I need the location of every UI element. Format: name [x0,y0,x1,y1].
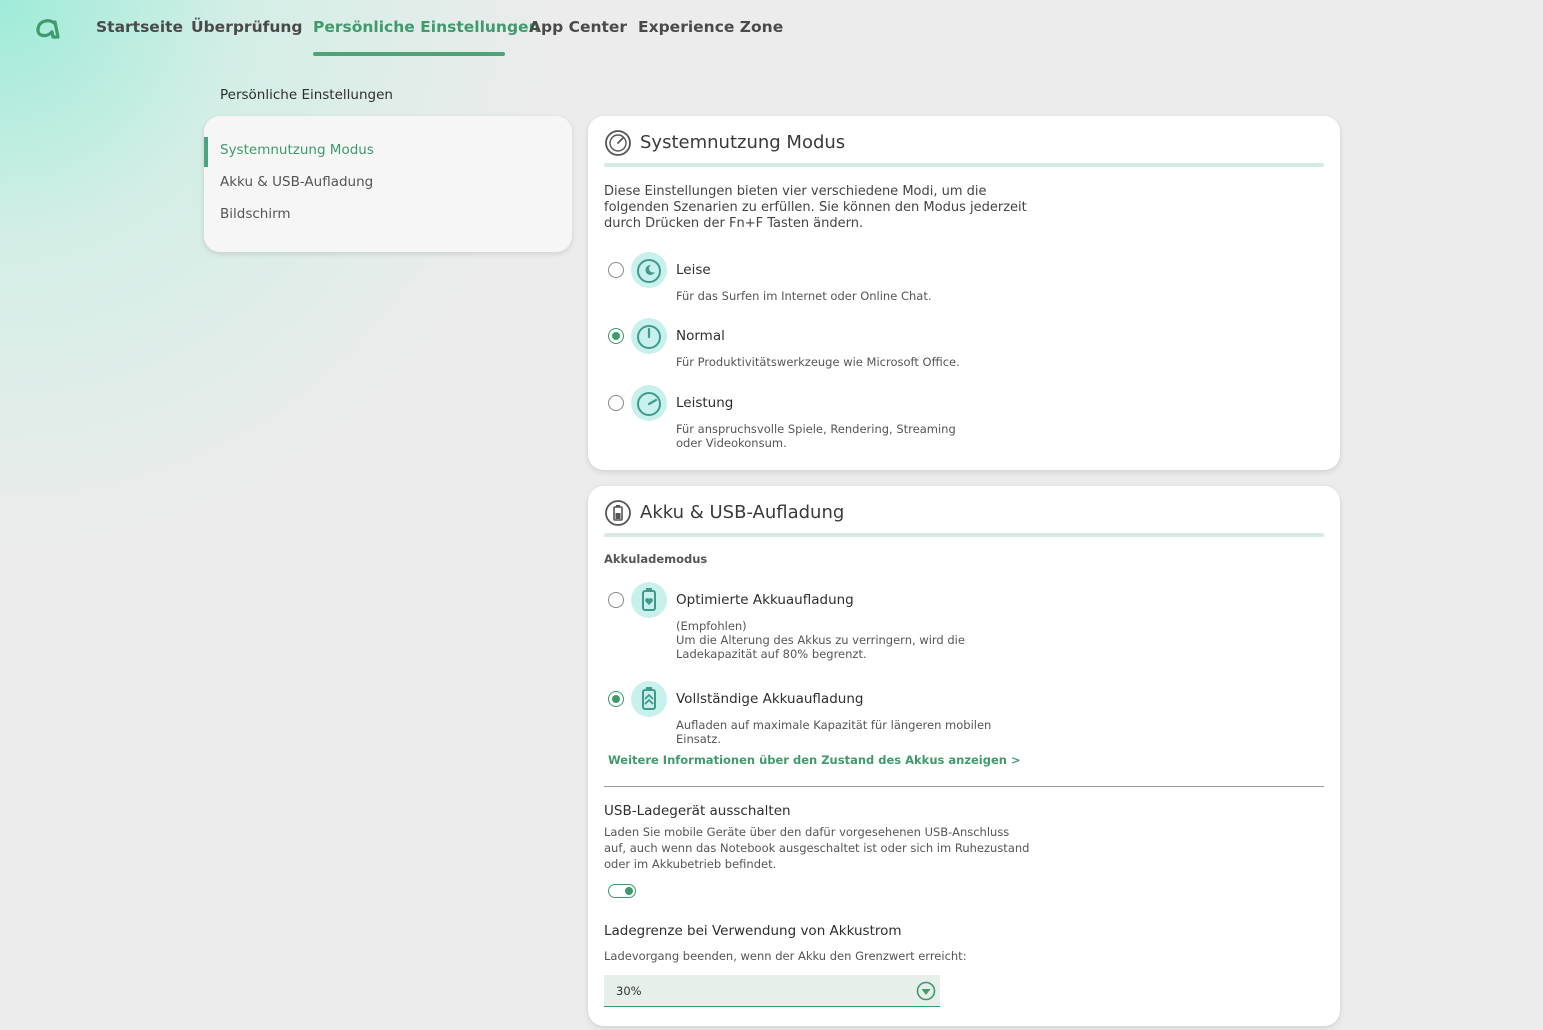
tab-experience-zone[interactable]: Experience Zone [638,18,783,36]
charge-limit-title: Ladegrenze bei Verwendung von Akkustrom [604,923,902,939]
battery-usb-card: Akku & USB-Aufladung Akkulademodus Optim… [588,486,1340,1026]
option-optimized-label: Optimierte Akkuaufladung [676,592,854,608]
section-divider [604,786,1324,787]
background-glow [0,0,560,560]
title-divider [604,163,1324,167]
option-full-description: Aufladen auf maximale Kapazität für läng… [676,718,992,746]
battery-card-title: Akku & USB-Aufladung [640,502,845,523]
acer-logo-icon[interactable] [34,14,62,42]
charge-limit-select[interactable]: 30% [604,975,940,1007]
sidebar-item-bildschirm[interactable]: Bildschirm [220,206,291,222]
option-full-label: Vollständige Akkuaufladung [676,691,864,707]
usb-charger-description: Laden Sie mobile Geräte über den dafür v… [604,825,1030,871]
sidebar-item-akku-usb[interactable]: Akku & USB-Aufladung [220,174,373,190]
charge-limit-value: 30% [616,984,642,998]
system-mode-card: Systemnutzung Modus Diese Einstellungen … [588,116,1340,470]
radio-normal[interactable] [608,328,624,344]
tab-app-center[interactable]: App Center [529,18,627,36]
active-tab-indicator [313,52,505,56]
option-leise-label: Leise [676,262,711,278]
battery-heart-icon [631,582,667,618]
option-leistung-description: Für anspruchsvolle Spiele, Rendering, St… [676,422,956,450]
top-nav: Startseite Überprüfung Persönliche Einst… [0,0,1543,60]
tab-persoenliche-einstellungen[interactable]: Persönliche Einstellungen [313,18,540,36]
normal-gauge-icon [631,318,667,354]
usb-charger-toggle[interactable] [608,884,636,898]
chevron-down-icon [916,981,936,1001]
option-normal-label: Normal [676,328,725,344]
option-leise-description: Für das Surfen im Internet oder Online C… [676,289,932,303]
gauge-icon [605,130,631,156]
sidebar-item-systemnutzung-modus[interactable]: Systemnutzung Modus [220,142,374,158]
quiet-gauge-icon [631,252,667,288]
option-leistung-label: Leistung [676,395,734,411]
settings-sidebar: Systemnutzung Modus Akku & USB-Aufladung… [204,116,572,252]
sidebar-active-indicator [204,137,208,167]
performance-gauge-icon [631,385,667,421]
title-divider [604,533,1324,537]
charge-limit-description: Ladevorgang beenden, wenn der Akku den G… [604,949,967,963]
tab-startseite[interactable]: Startseite [96,18,183,36]
battery-full-icon [631,681,667,717]
battery-icon [605,500,631,526]
battery-health-link[interactable]: Weitere Informationen über den Zustand d… [608,753,1021,767]
charge-mode-label: Akkulademodus [604,552,708,566]
page-title: Persönliche Einstellungen [220,87,393,103]
tab-ueberpruefung[interactable]: Überprüfung [191,18,303,36]
option-optimized-description: (Empfohlen) Um die Alterung des Akkus zu… [676,619,965,661]
radio-leistung[interactable] [608,395,624,411]
system-mode-title: Systemnutzung Modus [640,132,846,153]
radio-leise[interactable] [608,262,624,278]
radio-optimized-charging[interactable] [608,592,624,608]
option-normal-description: Für Produktivitätswerkzeuge wie Microsof… [676,355,960,369]
radio-full-charging[interactable] [608,691,624,707]
usb-charger-title: USB-Ladegerät ausschalten [604,803,791,819]
system-mode-description: Diese Einstellungen bieten vier verschie… [604,184,1027,231]
